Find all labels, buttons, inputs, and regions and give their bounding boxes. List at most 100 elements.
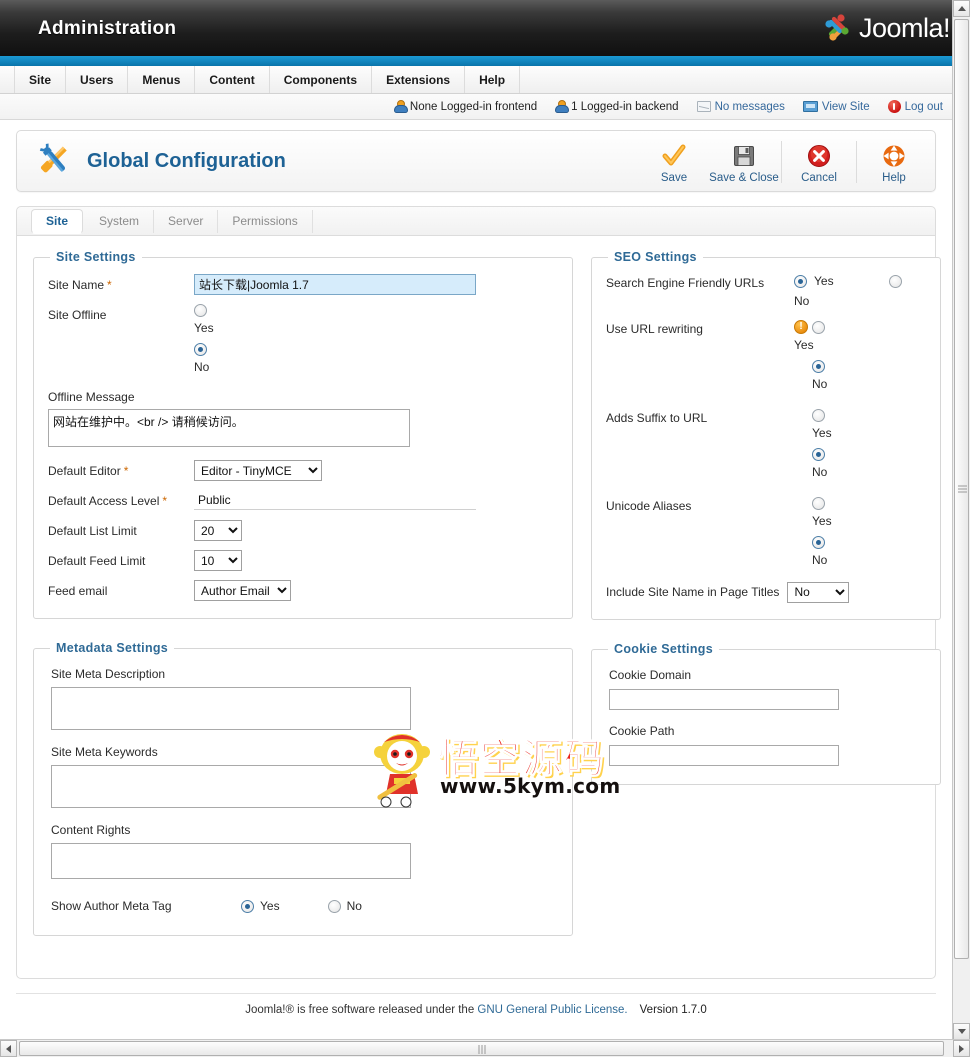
default-feed-limit-row: Default Feed Limit 10 xyxy=(48,550,558,572)
site-name-input[interactable] xyxy=(194,274,476,295)
default-list-limit-label: Default List Limit xyxy=(48,524,137,538)
default-feed-limit-select[interactable]: 10 xyxy=(194,550,242,571)
status-bar: None Logged-in frontend 1 Logged-in back… xyxy=(0,94,952,120)
cancel-button[interactable]: Cancel xyxy=(784,135,854,189)
tab-system[interactable]: System xyxy=(85,209,155,233)
vertical-scrollbar-thumb[interactable] xyxy=(954,19,969,959)
scroll-right-button[interactable] xyxy=(953,1040,970,1057)
content-rights-textarea[interactable] xyxy=(51,843,411,879)
cookie-path-input[interactable] xyxy=(609,745,839,766)
tab-site[interactable]: Site xyxy=(31,208,84,234)
cookie-domain-input[interactable] xyxy=(609,689,839,710)
scrollbar-grip-icon xyxy=(478,1045,485,1054)
site-offline-radio-group: Yes No xyxy=(194,304,558,382)
menu-item-content[interactable]: Content xyxy=(195,66,270,93)
toolbar-separator xyxy=(781,141,782,183)
site-settings-fieldset: Site Settings Site Name* Site Offline xyxy=(33,250,573,619)
site-offline-no-radio[interactable] xyxy=(194,343,207,356)
menu-item-extensions[interactable]: Extensions xyxy=(372,66,466,93)
checkmark-icon xyxy=(662,144,686,166)
url-rewriting-yes-radio[interactable] xyxy=(812,320,825,334)
status-messages[interactable]: No messages xyxy=(688,101,794,113)
default-access-input[interactable] xyxy=(194,490,476,510)
url-suffix-radio-group: Yes No xyxy=(812,409,926,487)
menu-item-components[interactable]: Components xyxy=(270,66,373,93)
feed-email-select[interactable]: Author Email xyxy=(194,580,291,601)
default-editor-select[interactable]: Editor - TinyMCE xyxy=(194,460,322,481)
unicode-aliases-yes-label: Yes xyxy=(812,514,832,528)
site-settings-legend: Site Settings xyxy=(56,250,136,264)
header-blue-strip xyxy=(0,56,952,66)
default-editor-label: Default Editor * xyxy=(48,460,194,479)
show-author-no-label: No xyxy=(346,899,362,913)
default-list-limit-select[interactable]: 20 xyxy=(194,520,242,541)
default-list-limit-row: Default List Limit 20 xyxy=(48,520,558,542)
view-site-label: View Site xyxy=(821,100,870,113)
show-author-yes-radio[interactable] xyxy=(241,899,254,913)
show-author-no-radio[interactable] xyxy=(327,899,341,913)
site-offline-yes-radio[interactable] xyxy=(194,304,207,317)
toolbar-separator xyxy=(856,141,857,183)
sitename-in-titles-select[interactable]: No xyxy=(787,581,850,603)
url-suffix-label: Adds Suffix to URL xyxy=(606,411,708,425)
feed-email-row: Feed email Author Email xyxy=(48,580,558,602)
unicode-aliases-yes-radio[interactable] xyxy=(812,497,825,510)
unicode-aliases-no-radio[interactable] xyxy=(812,536,825,549)
site-offline-yes-label: Yes xyxy=(194,321,214,335)
scroll-down-button[interactable] xyxy=(953,1023,970,1040)
show-author-row: Show Author Meta Tag Yes No xyxy=(48,895,558,917)
left-column: Site Settings Site Name* Site Offline xyxy=(33,250,573,958)
default-feed-limit-label: Default Feed Limit xyxy=(48,554,146,568)
offline-message-label: Offline Message xyxy=(48,390,135,404)
user-icon xyxy=(555,100,570,113)
sef-urls-no-radio[interactable] xyxy=(888,274,902,288)
joomla-logo: Joomla! xyxy=(820,11,951,45)
horizontal-scrollbar[interactable] xyxy=(0,1039,970,1057)
tab-bar: Site System Server Permissions xyxy=(16,206,936,236)
url-suffix-no-radio[interactable] xyxy=(812,448,825,461)
cookie-domain-block: Cookie Domain xyxy=(606,668,926,710)
logout-link[interactable]: Log out xyxy=(879,100,952,113)
chevron-up-icon xyxy=(957,6,966,11)
show-author-no-option[interactable]: No xyxy=(327,899,362,913)
vertical-scrollbar[interactable] xyxy=(952,0,970,1040)
content-rights-block: Content Rights xyxy=(48,823,558,884)
url-rewriting-radio-group: Yes No xyxy=(794,320,926,399)
tab-server[interactable]: Server xyxy=(154,209,219,233)
url-suffix-yes-label: Yes xyxy=(812,426,832,440)
meta-description-label: Site Meta Description xyxy=(51,667,166,681)
scroll-up-button[interactable] xyxy=(953,0,970,17)
help-button[interactable]: Help xyxy=(859,135,929,189)
menu-item-site[interactable]: Site xyxy=(14,66,67,93)
view-site-link[interactable]: View Site xyxy=(794,101,879,113)
menu-item-users[interactable]: Users xyxy=(66,66,129,93)
footer-version: Version 1.7.0 xyxy=(639,1004,707,1016)
scrollbar-grip-icon xyxy=(958,485,967,493)
site-offline-label: Site Offline xyxy=(48,308,107,322)
joomla-symbol-icon xyxy=(825,14,849,41)
wrench-screwdriver-icon xyxy=(33,138,75,185)
status-frontend-users: None Logged-in frontend xyxy=(385,100,546,113)
seo-settings-fieldset: SEO Settings Search Engine Friendly URLs… xyxy=(591,250,941,620)
meta-keywords-textarea[interactable] xyxy=(51,765,411,808)
cookie-settings-legend: Cookie Settings xyxy=(614,642,713,656)
unicode-aliases-no-label: No xyxy=(812,553,828,567)
sef-urls-yes-radio[interactable] xyxy=(794,274,807,288)
offline-message-textarea[interactable]: 网站在维护中。<br /> 请稍候访问。 xyxy=(48,409,410,447)
save-button-label: Save xyxy=(660,172,688,184)
save-close-button[interactable]: Save & Close xyxy=(709,135,779,189)
menu-item-help[interactable]: Help xyxy=(465,66,521,93)
url-suffix-yes-radio[interactable] xyxy=(812,409,825,422)
url-rewriting-no-radio[interactable] xyxy=(812,360,825,373)
admin-header: Administration Joomla! xyxy=(0,0,952,56)
meta-description-textarea[interactable] xyxy=(51,687,411,730)
tab-permissions[interactable]: Permissions xyxy=(218,209,313,233)
site-name-row: Site Name * xyxy=(48,274,558,296)
scroll-left-button[interactable] xyxy=(0,1040,17,1057)
horizontal-scrollbar-thumb[interactable] xyxy=(19,1041,944,1056)
gpl-license-link[interactable]: GNU General Public License. xyxy=(477,1004,627,1016)
page-titlebar: Global Configuration Save Save & Close C… xyxy=(16,130,936,192)
menu-item-menus[interactable]: Menus xyxy=(128,66,196,93)
show-author-yes-option[interactable]: Yes xyxy=(241,899,280,913)
save-button[interactable]: Save xyxy=(639,135,709,189)
